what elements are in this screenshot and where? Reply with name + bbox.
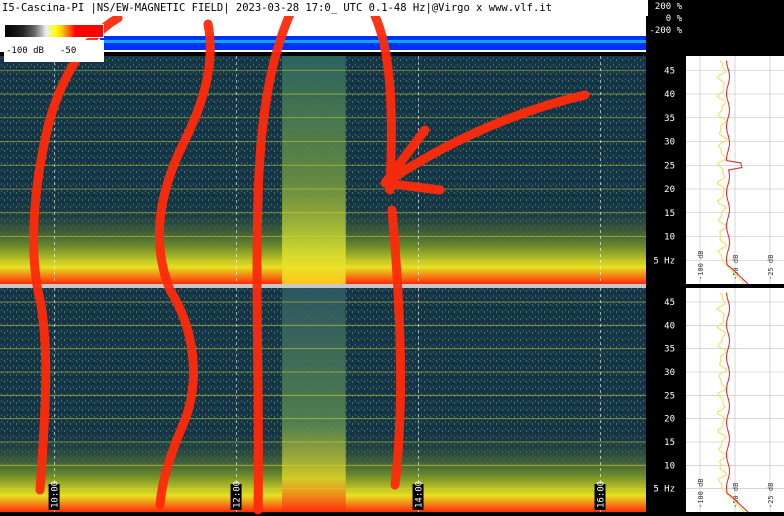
freq-tick-label: 15 bbox=[664, 438, 675, 448]
color-scale-bar bbox=[4, 24, 104, 38]
profile-x-tick-group: -100 dB bbox=[697, 250, 705, 280]
color-scale-mid-label: -50 bbox=[60, 46, 77, 56]
burst-band-bottom bbox=[282, 288, 346, 512]
profile-x-tick-label: -100 dB bbox=[697, 250, 705, 280]
freq-tick-label: 5 Hz bbox=[653, 485, 675, 495]
profile-x-tick-label: -25 dB bbox=[767, 483, 775, 508]
freq-tick-label: 45 bbox=[664, 298, 675, 308]
time-tick-label: 14:00 bbox=[415, 481, 425, 508]
time-tick-label-group: 12:00 bbox=[230, 481, 243, 510]
freq-tick-label: 20 bbox=[664, 185, 675, 195]
profile-x-tick-group: -25 dB bbox=[767, 255, 775, 280]
amplitude-axis: 200 % 0 % -200 % bbox=[646, 0, 684, 52]
freq-tick-label: 35 bbox=[664, 114, 675, 124]
color-scale-min-label: -100 dB bbox=[6, 46, 44, 56]
time-tick-label-group: 14:00 bbox=[412, 481, 425, 510]
freq-tick-label: 35 bbox=[664, 345, 675, 355]
profile-x-tick-label: -50 dB bbox=[732, 483, 740, 508]
freq-tick-label: 40 bbox=[664, 321, 675, 331]
top-spectrogram-panel bbox=[0, 56, 646, 284]
spectrogram-figure: 5 Hz 10 15 20 25 30 35 40 45 5 Hz 10 15 20 25 30 35 40 45… bbox=[0, 0, 784, 516]
time-tick-label-group: 10:00 bbox=[48, 481, 61, 510]
freq-tick-label: 30 bbox=[664, 368, 675, 378]
freq-tick-label: 25 bbox=[664, 161, 675, 171]
amplitude-tick-min: -200 % bbox=[649, 26, 682, 36]
profile-x-tick-label: -100 dB bbox=[697, 478, 705, 508]
freq-tick-label: 10 bbox=[664, 461, 675, 471]
time-tick-label: 10:00 bbox=[51, 481, 61, 508]
amplitude-tick-max: 200 % bbox=[654, 2, 682, 12]
panel-separator bbox=[0, 284, 646, 288]
color-scale-legend: -100 dB -50 bbox=[4, 24, 104, 64]
chart-title-bar: I5-Cascina-PI |NS/EW-MAGNETIC FIELD| 202… bbox=[0, 0, 648, 16]
burst-band-top bbox=[282, 56, 346, 284]
profile-x-tick-label: -50 dB bbox=[732, 255, 740, 280]
profile-x-tick-group: -50 dB bbox=[732, 255, 740, 280]
freq-tick-label: 25 bbox=[664, 391, 675, 401]
freq-tick-label: 40 bbox=[664, 90, 675, 100]
color-scale-labels: -100 dB -50 bbox=[4, 40, 104, 62]
profile-x-tick-group: -100 dB bbox=[697, 478, 705, 508]
freq-tick-label: 45 bbox=[664, 66, 675, 76]
freq-tick-label: 20 bbox=[664, 415, 675, 425]
profile-x-tick-group: -50 dB bbox=[732, 483, 740, 508]
freq-tick-label: 5 Hz bbox=[653, 256, 675, 266]
spectrogram-svg: 5 Hz 10 15 20 25 30 35 40 45 5 Hz 10 15 20 25 30 35 40 45… bbox=[0, 9, 784, 515]
bottom-spectrogram-panel bbox=[0, 288, 646, 512]
chart-title: I5-Cascina-PI |NS/EW-MAGNETIC FIELD| 202… bbox=[2, 2, 552, 14]
freq-tick-label: 10 bbox=[664, 233, 675, 243]
time-tick-label-group: 16:00 bbox=[594, 481, 607, 510]
time-tick-label: 16:00 bbox=[597, 481, 607, 508]
profile-x-tick-group: -25 dB bbox=[767, 483, 775, 508]
profile-x-tick-label: -25 dB bbox=[767, 255, 775, 280]
freq-tick-label: 15 bbox=[664, 209, 675, 219]
time-tick-label: 12:00 bbox=[233, 481, 243, 508]
amplitude-tick-zero: 0 % bbox=[665, 14, 682, 24]
freq-tick-label: 30 bbox=[664, 138, 675, 148]
